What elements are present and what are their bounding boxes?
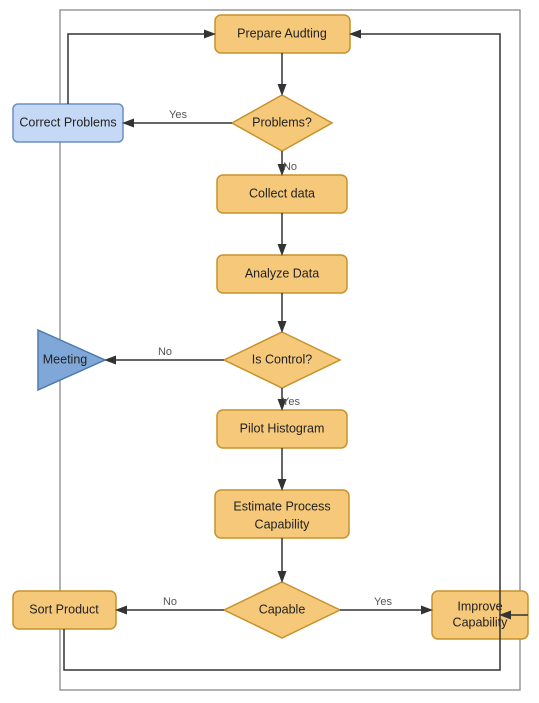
collect-data-label: Collect data xyxy=(249,186,315,200)
estimate-process-label2: Capability xyxy=(255,517,311,531)
capable-label: Capable xyxy=(259,602,306,616)
yes-label-2: Yes xyxy=(282,396,300,408)
no-label-1: No xyxy=(283,161,297,173)
problems-label: Problems? xyxy=(252,115,312,129)
prepare-auditing-label: Prepare Audting xyxy=(237,26,327,40)
is-control-label: Is Control? xyxy=(252,352,312,366)
flowchart-svg: Prepare Audting Problems? Correct Proble… xyxy=(0,0,539,703)
yes-label-1: Yes xyxy=(169,109,187,121)
analyze-data-label: Analyze Data xyxy=(245,266,319,280)
arrow-correct-to-prepare xyxy=(68,34,213,104)
no-label-3: No xyxy=(163,596,177,608)
diagram-container: Prepare Audting Problems? Correct Proble… xyxy=(0,0,539,703)
sort-product-label: Sort Product xyxy=(29,602,99,616)
meeting-label: Meeting xyxy=(43,352,88,366)
correct-problems-label: Correct Problems xyxy=(19,115,116,129)
estimate-process-label1: Estimate Process xyxy=(233,499,330,513)
yes-label-3: Yes xyxy=(374,596,392,608)
improve-capability-label1: Improve xyxy=(457,599,502,613)
pilot-histogram-label: Pilot Histogram xyxy=(240,421,325,435)
no-label-2: No xyxy=(158,346,172,358)
